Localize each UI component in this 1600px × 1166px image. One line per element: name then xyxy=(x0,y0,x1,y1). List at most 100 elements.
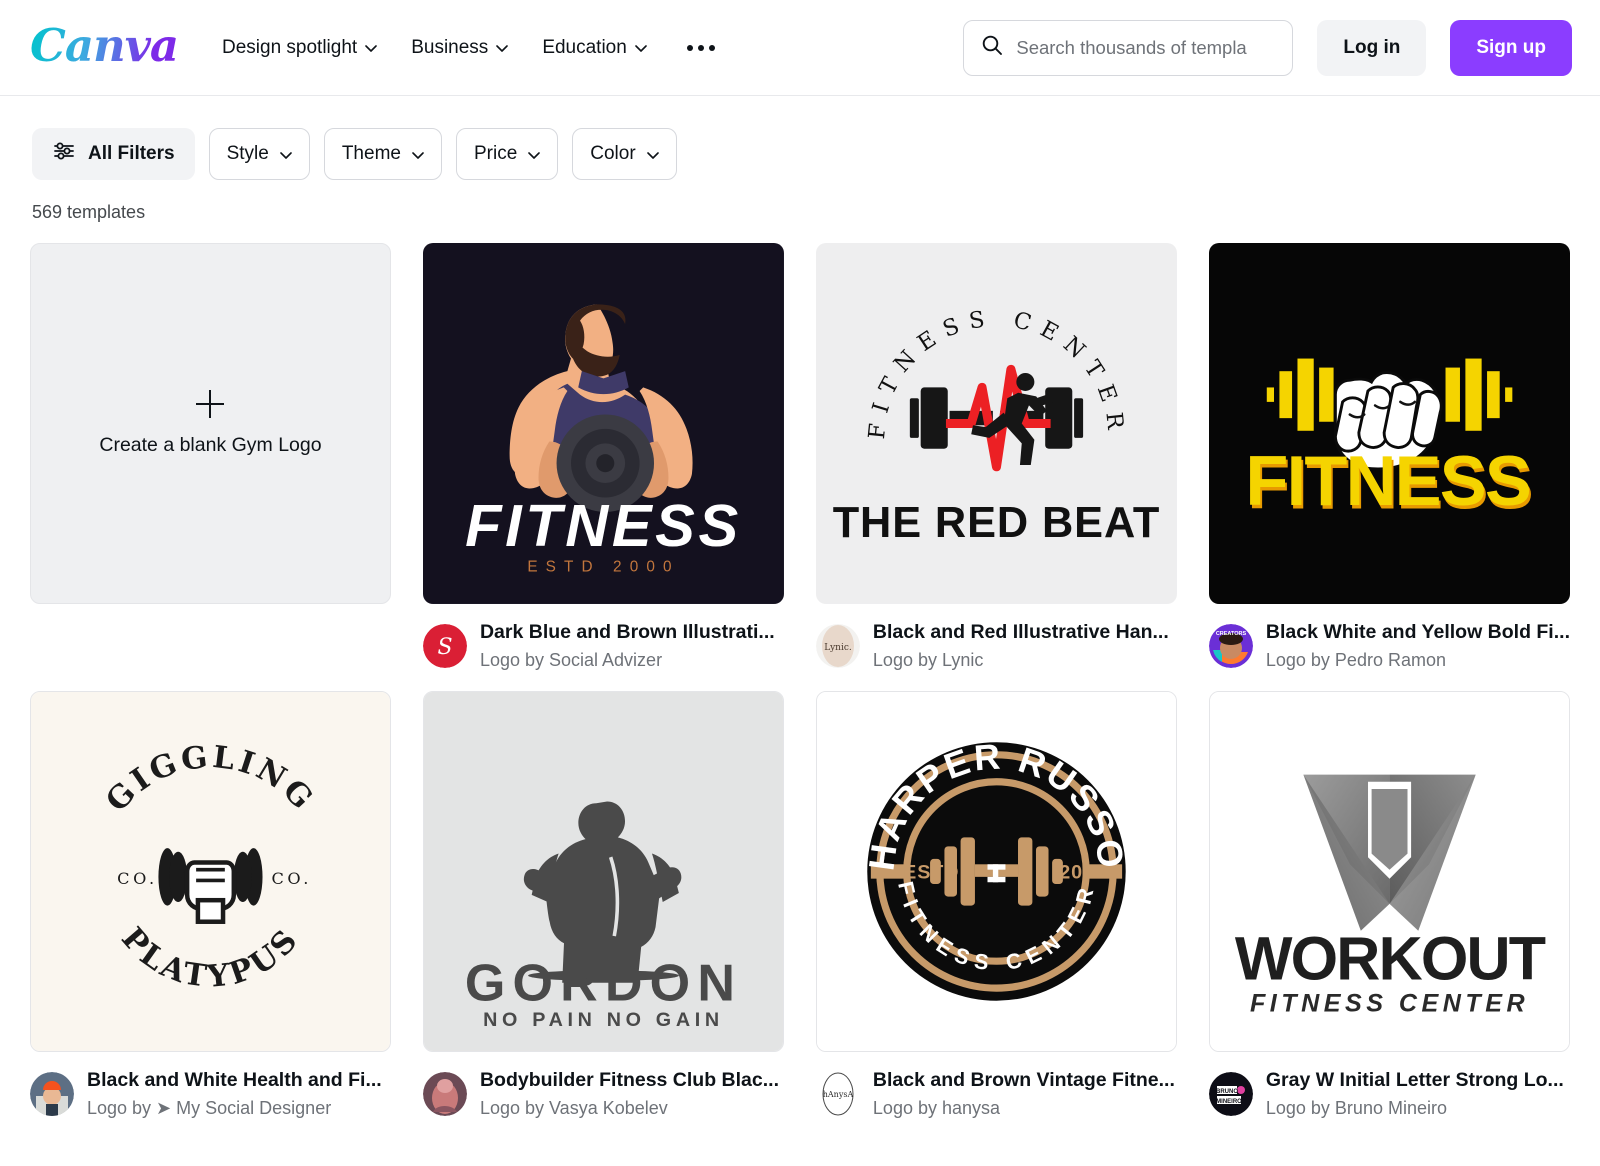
template-meta[interactable]: hAnysA Black and Brown Vintage Fitne... … xyxy=(815,1052,1177,1121)
search-icon xyxy=(980,33,1004,62)
svg-text:2023: 2023 xyxy=(1059,861,1107,883)
template-meta[interactable]: Black and White Health and Fi... Logo by… xyxy=(30,1052,391,1121)
template-meta[interactable]: Lynic. Black and Red Illustrative Han...… xyxy=(815,604,1177,673)
avatar: Lynic. xyxy=(815,624,860,669)
template-title: Dark Blue and Brown Illustrati... xyxy=(479,620,775,643)
svg-text:FITNESS: FITNESS xyxy=(465,492,742,559)
grid-cell-create-blank: Create a blank Gym Logo xyxy=(30,243,391,673)
template-thumbnail-workout-w[interactable]: WORKOUT FITNESS CENTER xyxy=(1208,690,1570,1052)
avatar: hAnysA xyxy=(815,1072,860,1117)
template-thumbnail-yellow-fitness[interactable]: FITNESS FITNESS xyxy=(1208,243,1570,605)
template-title: Gray W Initial Letter Strong Lo... xyxy=(1265,1068,1564,1091)
svg-text:CO.: CO. xyxy=(271,869,312,888)
harper-russo-badge-art: HARPER RUSSO FITNESS CENTER ESTD 2023 xyxy=(816,691,1176,1051)
chevron-down-icon xyxy=(646,151,659,159)
avatar: S xyxy=(422,624,467,669)
template-thumbnail-fitness-bodybuilder[interactable]: FITNESS ESTD 2000 xyxy=(422,243,784,604)
template-meta[interactable]: CREATORS Black White and Yellow Bold Fi.… xyxy=(1208,604,1570,673)
grid-cell-template: HARPER RUSSO FITNESS CENTER ESTD 2023 xyxy=(815,690,1177,1121)
template-thumbnail-giggling-platypus[interactable]: GIGGLING PLATYPUS CO. CO. xyxy=(30,690,391,1052)
nav-item-label: Business xyxy=(411,36,489,58)
template-title: Black White and Yellow Bold Fi... xyxy=(1265,621,1570,644)
template-thumbnail-gordon[interactable]: NO PAIN NO GAIN GORDON xyxy=(422,690,784,1052)
filter-pill-label: Theme xyxy=(341,143,401,164)
nav-item-business[interactable]: Business xyxy=(411,36,509,59)
plus-icon xyxy=(196,390,224,418)
template-thumbnail-harper-russo[interactable]: HARPER RUSSO FITNESS CENTER ESTD 2023 xyxy=(815,690,1177,1052)
template-title: Black and Brown Vintage Fitne... xyxy=(872,1068,1175,1091)
chevron-down-icon xyxy=(528,151,541,159)
svg-text:CO.: CO. xyxy=(117,869,158,888)
svg-text:FITNESS: FITNESS xyxy=(1245,441,1530,520)
chevron-down-icon xyxy=(635,45,647,52)
template-meta[interactable]: S Dark Blue and Brown Illustrati... Logo… xyxy=(422,604,784,673)
canva-logo[interactable]: Canva xyxy=(30,23,179,73)
chevron-down-icon xyxy=(412,151,424,159)
search-input[interactable] xyxy=(1016,36,1277,59)
nav-item-label: Education xyxy=(542,36,627,58)
main-nav: Design spotlight Business Education xyxy=(222,37,715,59)
filter-pill-style[interactable]: Style xyxy=(208,128,310,180)
site-header: Canva Design spotlight Business Educatio… xyxy=(0,0,1600,96)
yellow-fist-fitness-art: FITNESS FITNESS xyxy=(1208,243,1570,605)
chevron-down-icon xyxy=(496,45,509,52)
template-meta[interactable]: Bodybuilder Fitness Club Blac... Logo by… xyxy=(422,1052,784,1121)
nav-item-education[interactable]: Education xyxy=(542,37,647,59)
all-filters-label: All Filters xyxy=(88,143,175,164)
avatar xyxy=(422,1072,467,1117)
svg-text:BRUNO: BRUNO xyxy=(1216,1089,1238,1095)
filter-pill-color[interactable]: Color xyxy=(572,128,677,180)
nav-item-design-spotlight[interactable]: Design spotlight xyxy=(222,36,378,59)
template-thumbnail-red-beat[interactable]: FITNESS CENTER THE RED BEAT xyxy=(815,243,1177,604)
create-blank-card[interactable]: Create a blank Gym Logo xyxy=(30,243,391,604)
template-author: Logo by Pedro Ramon xyxy=(1265,650,1446,671)
template-count: 569 templates xyxy=(32,202,146,222)
template-author: Logo by Vasya Kobelev xyxy=(479,1098,668,1119)
template-author: Logo by hanysa xyxy=(872,1098,1001,1119)
chevron-down-icon xyxy=(365,45,378,52)
create-blank-label: Create a blank Gym Logo xyxy=(99,433,322,456)
svg-text:GORDON: GORDON xyxy=(465,955,742,1013)
svg-text:WORKOUT: WORKOUT xyxy=(1235,924,1546,992)
template-meta[interactable]: BRUNO MINEIRO Gray W Initial Letter Stro… xyxy=(1208,1052,1570,1121)
grid-cell-template: FITNESS ESTD 2000 S Dark Blue and Brown … xyxy=(422,243,784,673)
filter-pill-label: Price xyxy=(473,143,518,164)
grid-cell-template: NO PAIN NO GAIN GORDON Bodybuilder Fitne… xyxy=(422,690,784,1121)
filter-pill-theme[interactable]: Theme xyxy=(323,128,442,180)
giggling-platypus-art: GIGGLING PLATYPUS CO. CO. xyxy=(31,691,390,1051)
header-actions: Log in Sign up xyxy=(963,19,1572,76)
template-title: Black and Red Illustrative Han... xyxy=(872,620,1169,643)
avatar: BRUNO MINEIRO xyxy=(1208,1072,1253,1117)
template-title: Bodybuilder Fitness Club Blac... xyxy=(479,1068,779,1091)
svg-text:FITNESS CENTER: FITNESS CENTER xyxy=(1250,989,1529,1017)
template-author: Logo by Bruno Mineiro xyxy=(1265,1098,1447,1119)
search-box[interactable] xyxy=(963,19,1294,76)
svg-text:hAnysA: hAnysA xyxy=(823,1090,854,1099)
login-button[interactable]: Log in xyxy=(1317,19,1427,76)
filter-pill-label: Style xyxy=(226,143,269,164)
all-filters-button[interactable]: All Filters xyxy=(32,128,195,180)
sliders-icon xyxy=(52,139,76,169)
avatar xyxy=(30,1072,74,1117)
svg-text:Lynic.: Lynic. xyxy=(824,643,852,653)
grid-cell-template: FITNESS CENTER THE RED BEAT Lynic. Black… xyxy=(815,243,1177,673)
fitness-bodybuilder-art: FITNESS ESTD 2000 xyxy=(422,243,784,604)
workout-w-mark-art: WORKOUT FITNESS CENTER xyxy=(1209,691,1569,1051)
nav-item-label: Design spotlight xyxy=(222,36,358,58)
svg-text:CREATORS: CREATORS xyxy=(1216,631,1247,637)
svg-text:MINEIRO: MINEIRO xyxy=(1216,1099,1242,1105)
template-author: Logo by Social Advizer xyxy=(479,650,663,671)
filter-pill-label: Color xyxy=(590,143,636,164)
filter-pill-price[interactable]: Price xyxy=(455,128,559,180)
grid-cell-template: WORKOUT FITNESS CENTER BRUNO MINEIRO Gra… xyxy=(1208,690,1570,1121)
signup-button[interactable]: Sign up xyxy=(1450,19,1572,76)
template-grid: Create a blank Gym Logo FITNESS ESTD 200… xyxy=(0,223,1600,1121)
filter-bar: All Filters Style Theme Price Color xyxy=(0,96,1600,180)
template-author: Logo by ➤ My Social Designer xyxy=(87,1098,332,1119)
ellipsis-icon[interactable] xyxy=(686,44,715,51)
avatar: CREATORS xyxy=(1208,624,1253,669)
svg-text:THE RED BEAT: THE RED BEAT xyxy=(833,499,1161,547)
template-title: Black and White Health and Fi... xyxy=(87,1068,382,1091)
template-author: Logo by Lynic xyxy=(872,650,984,671)
grid-cell-template: FITNESS FITNESS CREATORS Black White and… xyxy=(1208,243,1570,673)
